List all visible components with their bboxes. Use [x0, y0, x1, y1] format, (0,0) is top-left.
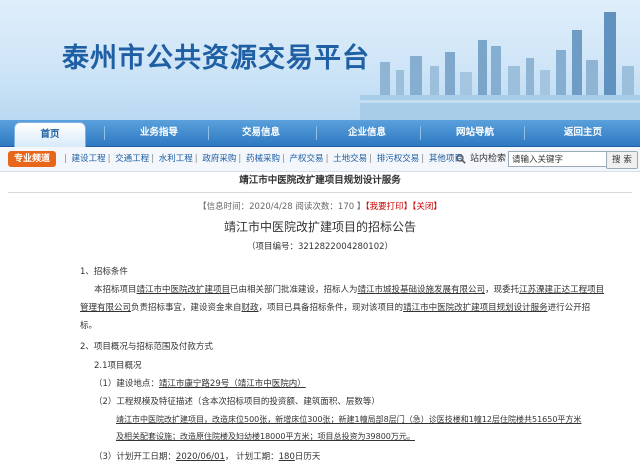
subsection-heading: 2.1项目概况 [94, 361, 142, 371]
channel-link[interactable]: 产权交易 [290, 154, 324, 164]
paragraph-line: （1）建设地点：靖江市康宁路29号（靖江市中医院内） [94, 379, 306, 389]
channel-link[interactable]: 药械采购 [246, 154, 280, 164]
channel-links: | 建设工程 | 交通工程 | 水利工程 | 政府采购 | 药械采购 | 产权交易 | 土地… [64, 154, 463, 164]
divider [8, 192, 632, 193]
nav-business-guide[interactable]: 业务指导 [124, 120, 194, 146]
nav-divider [524, 126, 525, 140]
paragraph-line: 本招标项目靖江市中医院改扩建项目已由相关部门批准建设，招标人为靖江市城投基础设施… [94, 285, 605, 295]
nav-divider [208, 126, 209, 140]
nav-home[interactable]: 首页 [14, 122, 86, 147]
article-meta: 【信息时间：2020/4/28 阅读次数：170 】【我要打印】【关闭】 [0, 200, 640, 212]
nav-divider [420, 126, 421, 140]
site-title: 泰州市公共资源交易平台 [62, 43, 370, 74]
search-icon [456, 154, 466, 164]
page-breadcrumb: 靖江市中医院改扩建项目规划设计服务 [239, 175, 401, 186]
channel-link[interactable]: 土地交易 [333, 154, 367, 164]
close-link[interactable]: 【关闭】 [412, 202, 442, 212]
search-button[interactable]: 搜 索 [606, 151, 638, 169]
print-link[interactable]: 【我要打印】 [365, 202, 412, 212]
paragraph-line: （3）计划开工日期：2020/06/01， 计划工期：180日历天 [94, 452, 321, 462]
channel-link[interactable]: 政府采购 [202, 154, 236, 164]
nav-company-info[interactable]: 企业信息 [332, 120, 402, 146]
nav-return-home[interactable]: 返回主页 [548, 120, 618, 146]
paragraph-line: 管理有限公司负责招标事宜，建设资金来自财政，项目已具备招标条件，现对该项目的靖江… [80, 303, 591, 313]
nav-divider [104, 126, 105, 140]
channel-link[interactable]: 水利工程 [159, 154, 193, 164]
nav-trade-info[interactable]: 交易信息 [226, 120, 296, 146]
main-nav: 首页 业务指导 交易信息 企业信息 网站导航 返回主页 [0, 120, 640, 147]
project-number: （项目编号：3212822004280102） [246, 242, 394, 252]
section-heading: 2、项目概况与招标范围及付款方式 [80, 342, 213, 352]
city-skyline-image [360, 12, 640, 120]
paragraph-line: （2）工程规模及特征描述（含本次招标项目的投资额、建筑面积、层数等） [94, 397, 380, 407]
meta-info: 【信息时间：2020/4/28 阅读次数：170 】 [198, 202, 366, 212]
nav-site-map[interactable]: 网站导航 [440, 120, 510, 146]
channel-link[interactable]: 排污权交易 [377, 154, 420, 164]
paragraph-line: 靖江市中医院改扩建项目，改造床位500张，新增床位300张；新建1幢局部8层门（… [116, 415, 582, 424]
paragraph-line: 标。 [80, 321, 98, 331]
search-input[interactable] [508, 151, 610, 167]
channel-tag: 专业频道 [8, 151, 57, 167]
search-label: 站内检索 [470, 154, 507, 164]
channel-link[interactable]: 建设工程 [72, 154, 106, 164]
channel-bar: 专业频道 | 建设工程 | 交通工程 | 水利工程 | 政府采购 | 药械采购 | 产权交… [0, 147, 640, 172]
site-banner: 泰州市公共资源交易平台 [0, 0, 640, 120]
article-title: 靖江市中医院改扩建项目的招标公告 [223, 220, 416, 234]
nav-divider [316, 126, 317, 140]
paragraph-line: 及相关配套设施；改造原住院楼及妇幼楼18000平方米；项目总投资为39800万元… [116, 432, 415, 441]
channel-link[interactable]: 交通工程 [115, 154, 149, 164]
section-heading: 1、招标条件 [80, 267, 128, 277]
